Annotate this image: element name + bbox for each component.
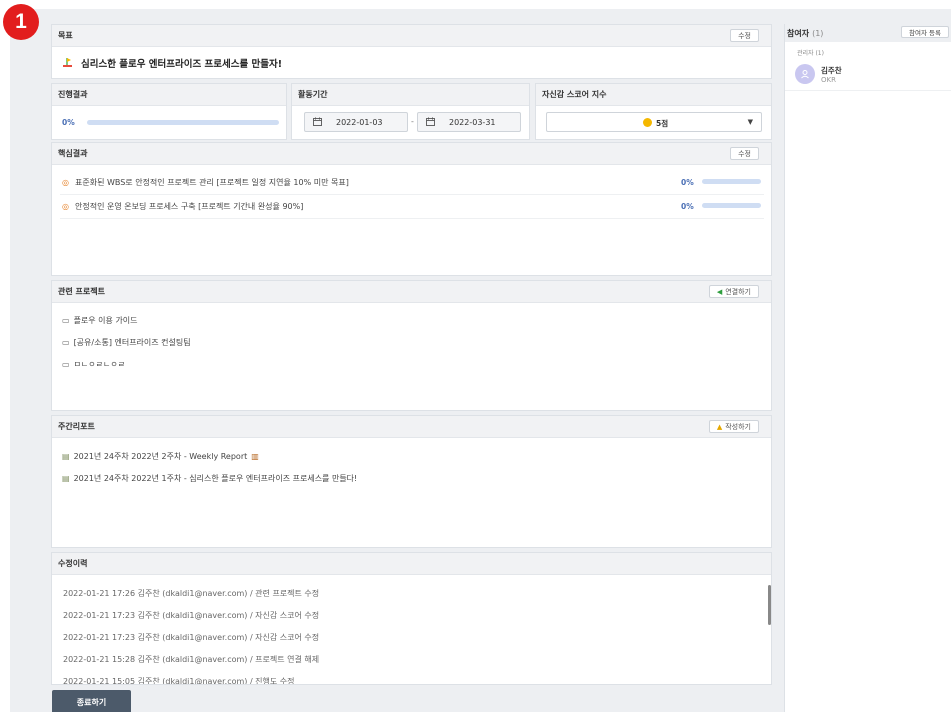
document-icon: ▤ — [62, 452, 70, 461]
weekly-report-header: 주간리포트 ▲ 작성하기 — [52, 416, 771, 438]
register-participant-label: 참여자 등록 — [909, 29, 941, 37]
weekly-report-header-label: 주간리포트 — [58, 422, 95, 431]
register-participant-button[interactable]: 참여자 등록 — [901, 26, 949, 38]
goal-panel: 목표 수정 심리스한 플로우 엔터프라이즈 프로세스를 만들자! — [51, 24, 772, 79]
progress-header: 진행결과 — [52, 84, 286, 106]
history-panel: 수정이력 2022-01-21 17:26 김주찬 (dkaldi1@naver… — [51, 552, 772, 685]
divider — [60, 194, 764, 195]
confidence-select[interactable]: 5점 ▼ — [546, 112, 762, 132]
project-name: ㅁㄴㅇㄹㄴㅇㄹ — [73, 360, 126, 369]
projects-header-label: 관련 프로젝트 — [58, 287, 105, 296]
period-header-label: 활동기간 — [298, 90, 328, 99]
progress-percent: 0% — [62, 118, 75, 127]
key-result-percent: 0% — [681, 178, 694, 187]
participants-count: (1) — [812, 28, 824, 38]
user-icon — [801, 70, 809, 79]
key-result-progress-bar — [702, 179, 761, 184]
folder-icon: ▭ — [62, 360, 70, 369]
link-icon: ◀ — [716, 287, 723, 296]
end-date-value: 2022-03-31 — [449, 117, 496, 127]
history-item: 2022-01-21 17:23 김주찬 (dkaldi1@naver.com)… — [63, 610, 320, 620]
progress-panel: 진행결과 0% — [51, 83, 287, 140]
end-date-field[interactable]: 2022-03-31 — [417, 112, 521, 132]
participants-sidebar: 참여자 (1) 참여자 등록 관리자 (1) 김주찬 OKR — [784, 24, 951, 712]
key-results-edit-button[interactable]: 수정 — [730, 147, 759, 160]
write-report-label: 작성하기 — [725, 422, 751, 431]
report-title: 2021년 24주차 2022년 1주차 - 심리스한 플로우 엔터프라이즈 프… — [73, 474, 358, 483]
folder-icon: ▭ — [62, 338, 70, 347]
progress-header-label: 진행결과 — [58, 90, 88, 99]
folder-icon: ▭ — [62, 316, 70, 325]
key-result-percent: 0% — [681, 202, 694, 211]
participant-role: OKR — [821, 75, 836, 84]
project-item[interactable]: ▭ 플로우 이용 가이드 — [62, 315, 138, 326]
participants-title: 참여자 — [787, 28, 810, 38]
start-date-field[interactable]: 2022-01-03 — [304, 112, 408, 132]
target-icon: ◎ — [62, 178, 69, 187]
period-header: 활동기간 — [292, 84, 529, 106]
history-header: 수정이력 — [52, 553, 771, 575]
end-button[interactable]: 종료하기 — [52, 690, 131, 712]
admin-label: 관리자 (1) — [797, 50, 824, 57]
write-report-button[interactable]: ▲ 작성하기 — [708, 420, 759, 433]
connect-project-button[interactable]: ◀ 연결하기 — [708, 285, 759, 298]
avatar — [795, 64, 815, 84]
history-item: 2022-01-21 15:05 김주찬 (dkaldi1@naver.com)… — [63, 676, 295, 685]
divider — [785, 90, 951, 91]
confidence-value: 5점 — [656, 119, 669, 128]
project-name: [공유/소통] 엔터프라이즈 컨설팅팀 — [73, 338, 191, 347]
target-icon: ◎ — [62, 202, 69, 211]
confidence-panel: 자신감 스코어 지수 5점 ▼ — [535, 83, 772, 140]
history-item: 2022-01-21 17:26 김주찬 (dkaldi1@naver.com)… — [63, 588, 320, 598]
key-results-edit-label: 수정 — [738, 149, 751, 158]
project-item[interactable]: ▭ ㅁㄴㅇㄹㄴㅇㄹ — [62, 359, 125, 370]
key-results-header: 핵심결과 수정 — [52, 143, 771, 165]
project-item[interactable]: ▭ [공유/소통] 엔터프라이즈 컨설팅팀 — [62, 337, 191, 348]
goal-title: 심리스한 플로우 엔터프라이즈 프로세스를 만들자! — [81, 59, 283, 70]
period-separator: - — [411, 117, 414, 126]
connect-project-label: 연결하기 — [725, 287, 751, 296]
history-header-label: 수정이력 — [58, 559, 88, 568]
chart-icon: ▲ — [716, 422, 723, 431]
calendar-icon — [313, 117, 322, 128]
confidence-header-label: 자신감 스코어 지수 — [542, 90, 607, 99]
step-badge: 1 — [3, 4, 39, 40]
chevron-down-icon: ▼ — [747, 118, 753, 126]
divider — [60, 218, 764, 219]
report-item[interactable]: ▤ 2021년 24주차 2022년 1주차 - 심리스한 플로우 엔터프라이즈… — [62, 473, 357, 484]
key-results-panel: 핵심결과 수정 ◎ 표준화된 WBS로 안정적인 프로젝트 관리 [프로젝트 일… — [51, 142, 772, 276]
goal-edit-label: 수정 — [738, 31, 751, 40]
report-title: 2021년 24주차 2022년 2주차 - Weekly Report — [73, 452, 248, 461]
confidence-header: 자신감 스코어 지수 — [536, 84, 771, 106]
goal-flag-icon — [62, 57, 73, 70]
report-item[interactable]: ▤ 2021년 24주차 2022년 2주차 - Weekly Report ▥ — [62, 451, 259, 462]
period-panel: 활동기간 2022-01-03 - 2022-03-31 — [291, 83, 530, 140]
weekly-report-panel: 주간리포트 ▲ 작성하기 ▤ 2021년 24주차 2022년 2주차 - We… — [51, 415, 772, 548]
project-name: 플로우 이용 가이드 — [73, 316, 138, 325]
history-scrollbar[interactable] — [768, 585, 771, 625]
key-results-header-label: 핵심결과 — [58, 149, 88, 158]
confidence-dot-icon — [643, 118, 652, 127]
key-result-item[interactable]: ◎ 표준화된 WBS로 안정적인 프로젝트 관리 [프로젝트 일정 지연율 10… — [62, 177, 762, 188]
document-icon: ▤ — [62, 474, 70, 483]
start-date-value: 2022-01-03 — [336, 117, 383, 127]
key-result-progress-bar — [702, 203, 761, 208]
scroll-icon: ▥ — [251, 452, 259, 461]
key-result-item[interactable]: ◎ 안정적인 운영 온보딩 프로세스 구축 [프로젝트 기간내 완성율 90%]… — [62, 201, 762, 212]
calendar-icon — [426, 117, 435, 128]
history-item: 2022-01-21 15:28 김주찬 (dkaldi1@naver.com)… — [63, 654, 320, 664]
key-result-text: 안정적인 운영 온보딩 프로세스 구축 [프로젝트 기간내 완성율 90%] — [74, 202, 304, 211]
projects-panel: 관련 프로젝트 ◀ 연결하기 ▭ 플로우 이용 가이드 ▭ [공유/소통] 엔터… — [51, 280, 772, 411]
projects-header: 관련 프로젝트 ◀ 연결하기 — [52, 281, 771, 303]
key-result-text: 표준화된 WBS로 안정적인 프로젝트 관리 [프로젝트 일정 지연율 10% … — [74, 178, 349, 187]
goal-header: 목표 수정 — [52, 25, 771, 47]
participant-row[interactable]: 김주찬 OKR — [795, 62, 945, 86]
goal-edit-button[interactable]: 수정 — [730, 29, 759, 42]
participant-name: 김주찬 — [821, 65, 842, 75]
history-item: 2022-01-21 17:23 김주찬 (dkaldi1@naver.com)… — [63, 632, 320, 642]
progress-bar[interactable] — [86, 120, 279, 125]
goal-header-label: 목표 — [58, 31, 73, 40]
